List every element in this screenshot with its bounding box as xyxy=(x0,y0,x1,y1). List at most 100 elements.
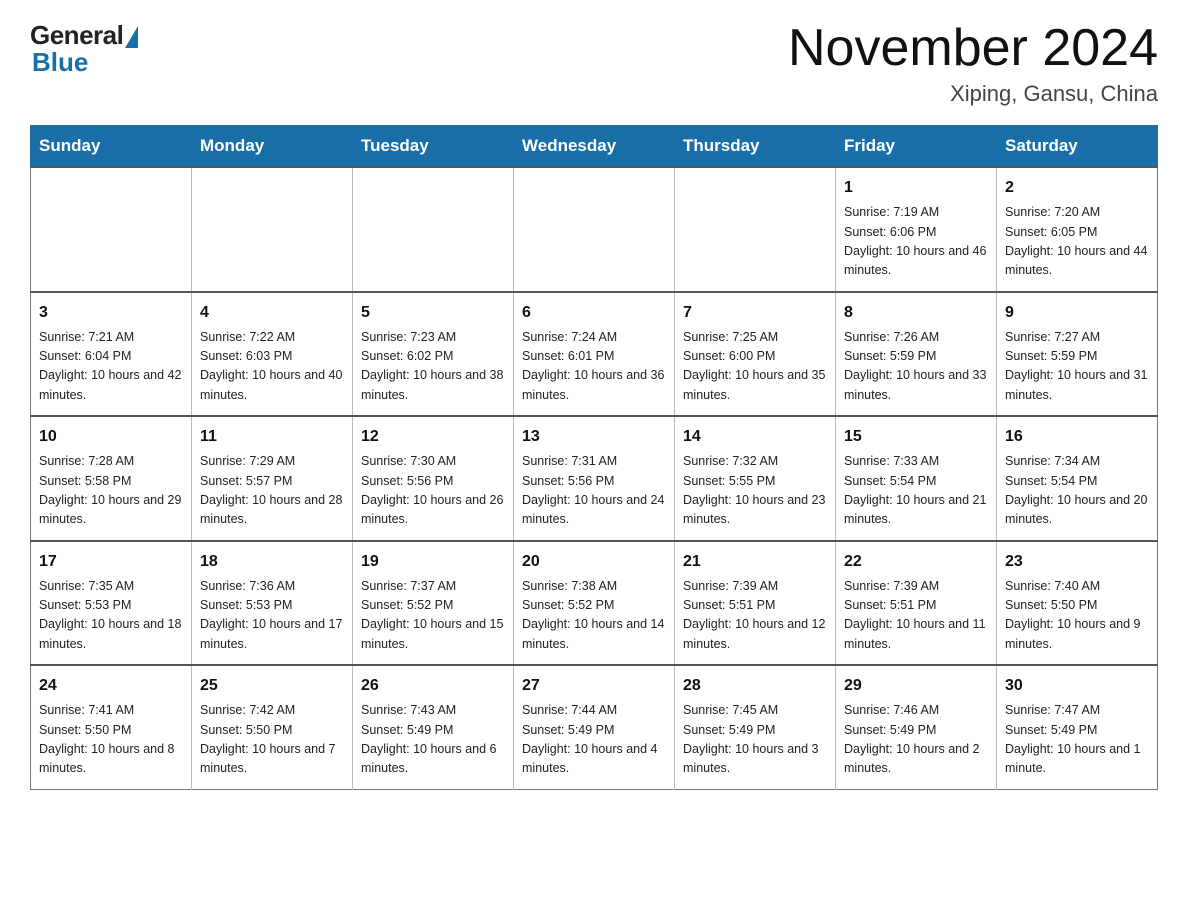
cell-info: Sunrise: 7:31 AMSunset: 5:56 PMDaylight:… xyxy=(522,452,666,530)
day-cell: 10Sunrise: 7:28 AMSunset: 5:58 PMDayligh… xyxy=(31,416,192,541)
day-cell: 14 Sunrise: 7:32 AMSunset: 5:55 PMDayligh… xyxy=(675,416,836,541)
cell-info: Sunrise: 7:26 AMSunset: 5:59 PMDaylight:… xyxy=(844,328,988,406)
cell-info: Sunrise: 7:38 AMSunset: 5:52 PMDaylight:… xyxy=(522,577,666,655)
logo-triangle-icon xyxy=(125,26,138,48)
day-number: 27 xyxy=(522,674,666,698)
cell-info: Sunrise: 7:22 AMSunset: 6:03 PMDaylight:… xyxy=(200,328,344,406)
day-number: 23 xyxy=(1005,550,1149,574)
day-number: 20 xyxy=(522,550,666,574)
logo-blue-text: Blue xyxy=(32,47,88,78)
cell-info: Sunrise: 7:47 AMSunset: 5:49 PMDaylight:… xyxy=(1005,701,1149,779)
day-cell: 20 Sunrise: 7:38 AMSunset: 5:52 PMDayligh… xyxy=(514,541,675,666)
day-cell: 27 Sunrise: 7:44 AMSunset: 5:49 PMDayligh… xyxy=(514,665,675,789)
day-number: 16 xyxy=(1005,425,1149,449)
day-cell: 19 Sunrise: 7:37 AMSunset: 5:52 PMDayligh… xyxy=(353,541,514,666)
calendar-header: SundayMondayTuesdayWednesdayThursdayFrid… xyxy=(31,126,1158,168)
day-number: 21 xyxy=(683,550,827,574)
day-cell: 7Sunrise: 7:25 AMSunset: 6:00 PMDaylight… xyxy=(675,292,836,417)
day-cell: 23 Sunrise: 7:40 AMSunset: 5:50 PMDayligh… xyxy=(997,541,1158,666)
calendar-body: 1Sunrise: 7:19 AMSunset: 6:06 PMDaylight… xyxy=(31,167,1158,789)
day-number: 7 xyxy=(683,301,827,325)
day-number: 5 xyxy=(361,301,505,325)
cell-info: Sunrise: 7:33 AMSunset: 5:54 PMDaylight:… xyxy=(844,452,988,530)
cell-info: Sunrise: 7:24 AMSunset: 6:01 PMDaylight:… xyxy=(522,328,666,406)
day-number: 26 xyxy=(361,674,505,698)
weekday-header-monday: Monday xyxy=(192,126,353,168)
cell-info: Sunrise: 7:35 AMSunset: 5:53 PMDaylight:… xyxy=(39,577,183,655)
cell-info: Sunrise: 7:20 AMSunset: 6:05 PMDaylight:… xyxy=(1005,203,1149,281)
cell-info: Sunrise: 7:32 AMSunset: 5:55 PMDaylight:… xyxy=(683,452,827,530)
cell-info: Sunrise: 7:43 AMSunset: 5:49 PMDaylight:… xyxy=(361,701,505,779)
day-cell: 17 Sunrise: 7:35 AMSunset: 5:53 PMDayligh… xyxy=(31,541,192,666)
day-number: 29 xyxy=(844,674,988,698)
day-cell: 5 Sunrise: 7:23 AMSunset: 6:02 PMDaylight… xyxy=(353,292,514,417)
day-number: 19 xyxy=(361,550,505,574)
cell-info: Sunrise: 7:36 AMSunset: 5:53 PMDaylight:… xyxy=(200,577,344,655)
day-number: 6 xyxy=(522,301,666,325)
weekday-header-wednesday: Wednesday xyxy=(514,126,675,168)
day-cell: 2Sunrise: 7:20 AMSunset: 6:05 PMDaylight… xyxy=(997,167,1158,292)
day-cell: 9 Sunrise: 7:27 AMSunset: 5:59 PMDaylight… xyxy=(997,292,1158,417)
cell-info: Sunrise: 7:40 AMSunset: 5:50 PMDaylight:… xyxy=(1005,577,1149,655)
week-row-4: 17 Sunrise: 7:35 AMSunset: 5:53 PMDayligh… xyxy=(31,541,1158,666)
day-cell: 18 Sunrise: 7:36 AMSunset: 5:53 PMDayligh… xyxy=(192,541,353,666)
day-cell: 24 Sunrise: 7:41 AMSunset: 5:50 PMDayligh… xyxy=(31,665,192,789)
month-title: November 2024 xyxy=(788,20,1158,77)
day-cell: 11 Sunrise: 7:29 AMSunset: 5:57 PMDayligh… xyxy=(192,416,353,541)
day-cell xyxy=(675,167,836,292)
day-cell xyxy=(353,167,514,292)
day-cell: 25 Sunrise: 7:42 AMSunset: 5:50 PMDayligh… xyxy=(192,665,353,789)
day-number: 10 xyxy=(39,425,183,449)
weekday-header-sunday: Sunday xyxy=(31,126,192,168)
cell-info: Sunrise: 7:37 AMSunset: 5:52 PMDaylight:… xyxy=(361,577,505,655)
cell-info: Sunrise: 7:27 AMSunset: 5:59 PMDaylight:… xyxy=(1005,328,1149,406)
weekday-header-saturday: Saturday xyxy=(997,126,1158,168)
day-number: 18 xyxy=(200,550,344,574)
cell-info: Sunrise: 7:46 AMSunset: 5:49 PMDaylight:… xyxy=(844,701,988,779)
cell-info: Sunrise: 7:29 AMSunset: 5:57 PMDaylight:… xyxy=(200,452,344,530)
week-row-2: 3Sunrise: 7:21 AMSunset: 6:04 PMDaylight… xyxy=(31,292,1158,417)
day-cell: 29 Sunrise: 7:46 AMSunset: 5:49 PMDayligh… xyxy=(836,665,997,789)
weekday-header-row: SundayMondayTuesdayWednesdayThursdayFrid… xyxy=(31,126,1158,168)
weekday-header-friday: Friday xyxy=(836,126,997,168)
cell-info: Sunrise: 7:39 AMSunset: 5:51 PMDaylight:… xyxy=(683,577,827,655)
day-number: 24 xyxy=(39,674,183,698)
cell-info: Sunrise: 7:34 AMSunset: 5:54 PMDaylight:… xyxy=(1005,452,1149,530)
day-cell: 26 Sunrise: 7:43 AMSunset: 5:49 PMDayligh… xyxy=(353,665,514,789)
week-row-3: 10Sunrise: 7:28 AMSunset: 5:58 PMDayligh… xyxy=(31,416,1158,541)
page-header: General Blue November 2024 Xiping, Gansu… xyxy=(30,20,1158,107)
day-cell: 22 Sunrise: 7:39 AMSunset: 5:51 PMDayligh… xyxy=(836,541,997,666)
day-number: 28 xyxy=(683,674,827,698)
day-cell xyxy=(192,167,353,292)
day-cell: 30 Sunrise: 7:47 AMSunset: 5:49 PMDayligh… xyxy=(997,665,1158,789)
day-cell: 8Sunrise: 7:26 AMSunset: 5:59 PMDaylight… xyxy=(836,292,997,417)
day-number: 11 xyxy=(200,425,344,449)
day-number: 30 xyxy=(1005,674,1149,698)
day-number: 17 xyxy=(39,550,183,574)
cell-info: Sunrise: 7:39 AMSunset: 5:51 PMDaylight:… xyxy=(844,577,988,655)
day-cell: 16 Sunrise: 7:34 AMSunset: 5:54 PMDayligh… xyxy=(997,416,1158,541)
logo: General Blue xyxy=(30,20,138,78)
week-row-5: 24 Sunrise: 7:41 AMSunset: 5:50 PMDayligh… xyxy=(31,665,1158,789)
day-number: 1 xyxy=(844,176,988,200)
day-number: 14 xyxy=(683,425,827,449)
week-row-1: 1Sunrise: 7:19 AMSunset: 6:06 PMDaylight… xyxy=(31,167,1158,292)
cell-info: Sunrise: 7:23 AMSunset: 6:02 PMDaylight:… xyxy=(361,328,505,406)
day-cell: 1Sunrise: 7:19 AMSunset: 6:06 PMDaylight… xyxy=(836,167,997,292)
day-number: 22 xyxy=(844,550,988,574)
weekday-header-tuesday: Tuesday xyxy=(353,126,514,168)
cell-info: Sunrise: 7:45 AMSunset: 5:49 PMDaylight:… xyxy=(683,701,827,779)
day-cell: 15 Sunrise: 7:33 AMSunset: 5:54 PMDayligh… xyxy=(836,416,997,541)
day-cell: 28 Sunrise: 7:45 AMSunset: 5:49 PMDayligh… xyxy=(675,665,836,789)
day-cell: 13Sunrise: 7:31 AMSunset: 5:56 PMDayligh… xyxy=(514,416,675,541)
cell-info: Sunrise: 7:42 AMSunset: 5:50 PMDaylight:… xyxy=(200,701,344,779)
day-number: 25 xyxy=(200,674,344,698)
cell-info: Sunrise: 7:44 AMSunset: 5:49 PMDaylight:… xyxy=(522,701,666,779)
day-number: 15 xyxy=(844,425,988,449)
day-number: 3 xyxy=(39,301,183,325)
cell-info: Sunrise: 7:41 AMSunset: 5:50 PMDaylight:… xyxy=(39,701,183,779)
day-cell xyxy=(514,167,675,292)
day-number: 9 xyxy=(1005,301,1149,325)
location-text: Xiping, Gansu, China xyxy=(788,81,1158,107)
day-cell: 12Sunrise: 7:30 AMSunset: 5:56 PMDayligh… xyxy=(353,416,514,541)
